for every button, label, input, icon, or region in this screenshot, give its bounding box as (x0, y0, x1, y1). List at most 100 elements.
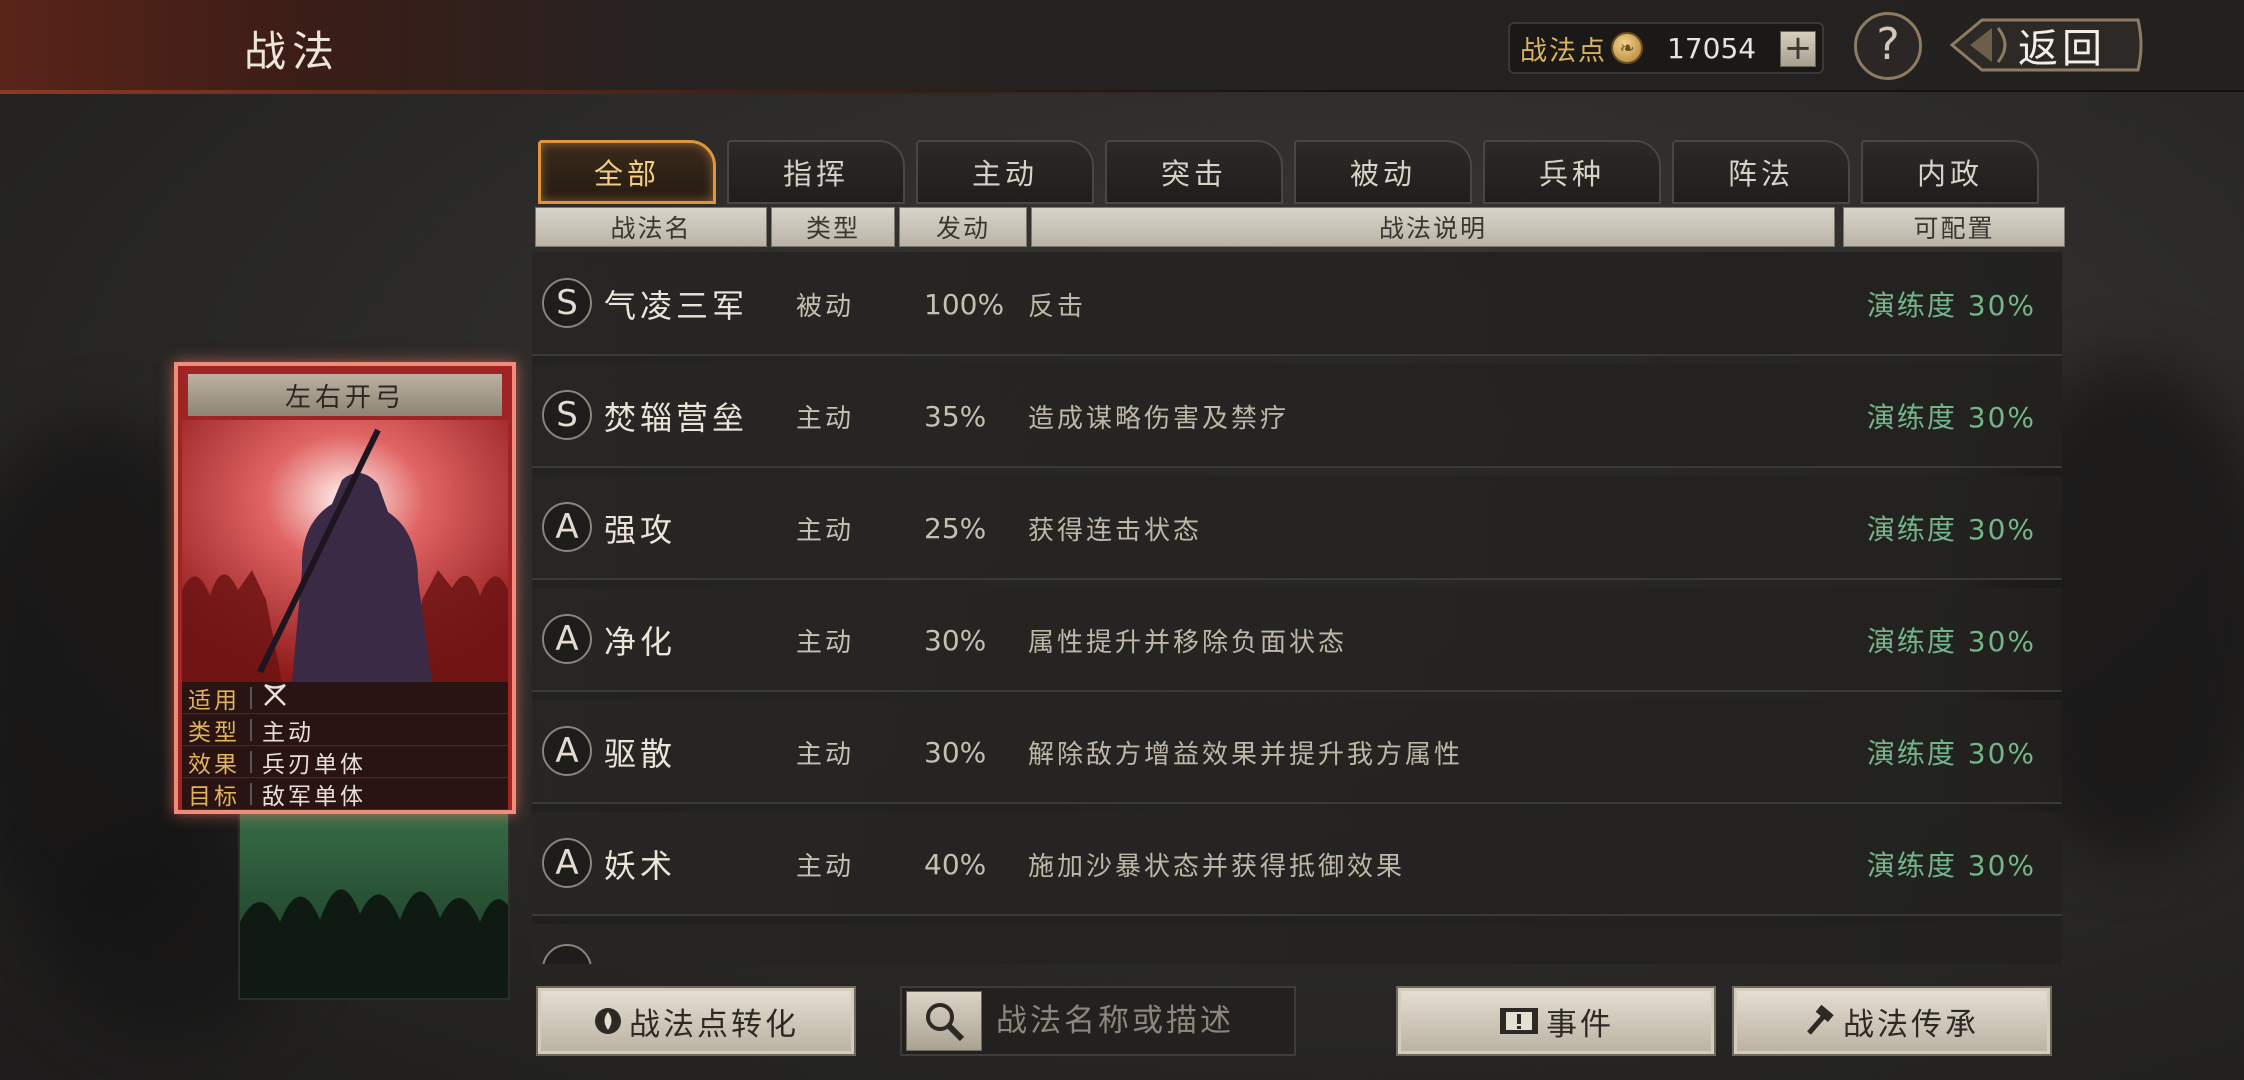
page-title: 战法 (244, 27, 341, 76)
tab-command[interactable]: 指挥 (727, 140, 905, 204)
table-row[interactable]: A 妖术 主动 40% 施加沙暴状态并获得抵御效果 演练度 30% (532, 812, 2062, 916)
tactic-description: 施加沙暴状态并获得抵御效果 (1028, 851, 1406, 882)
divider (250, 718, 252, 741)
tactic-rate: 35% (924, 399, 987, 433)
tactic-description: 造成谋略伤害及禁疗 (1028, 403, 1290, 434)
coin-icon: ❧ (1611, 32, 1643, 64)
grade-badge (542, 944, 592, 964)
alert-icon (1498, 1006, 1540, 1036)
inherit-tactic-label: 战法传承 (1843, 1006, 1979, 1043)
hammer-icon (1805, 1005, 1837, 1037)
tactic-proficiency: 演练度 30% (1866, 737, 2036, 770)
back-button[interactable]: 返回 (1948, 14, 2146, 76)
divider (250, 686, 252, 709)
tactic-description: 解除敌方增益效果并提升我方属性 (1028, 739, 1464, 770)
table-row-partial[interactable] (532, 924, 2062, 964)
info-key: 适用 (188, 687, 240, 714)
convert-points-label: 战法点转化 (629, 1006, 799, 1043)
tactic-proficiency: 演练度 30% (1866, 625, 2036, 658)
card-info-row: 适用 (182, 682, 508, 714)
info-value: 敌军单体 (262, 783, 366, 810)
grade-badge: S (542, 278, 592, 328)
tab-all[interactable]: 全部 (538, 140, 716, 204)
tab-domestic[interactable]: 内政 (1861, 140, 2039, 204)
grade-badge: A (542, 838, 592, 888)
tactics-list[interactable]: S 气凌三军 被动 100% 反击 演练度 30% S 焚辎营垒 主动 35% … (532, 252, 2062, 964)
tactic-type: 被动 (796, 291, 855, 322)
tactic-name: 驱散 (604, 735, 677, 773)
tactic-type: 主动 (796, 627, 855, 658)
tab-passive[interactable]: 被动 (1294, 140, 1472, 204)
card-stack-middle (238, 800, 510, 1000)
divider (250, 782, 252, 805)
column-header-name[interactable]: 战法名 (535, 207, 767, 247)
tactic-type: 主动 (796, 515, 855, 546)
tactic-rate: 40% (924, 847, 987, 881)
card-info-row: 效果 兵刃单体 (182, 746, 508, 778)
tactic-rate: 100% (924, 287, 1005, 321)
column-header-description: 战法说明 (1031, 207, 1835, 247)
tactic-name: 强攻 (604, 511, 677, 549)
tactic-proficiency: 演练度 30% (1866, 849, 2036, 882)
column-header-rate[interactable]: 发动 (899, 207, 1027, 247)
tactic-proficiency: 演练度 30% (1866, 289, 2036, 322)
search-icon (926, 1003, 965, 1042)
convert-points-button[interactable]: 战法点转化 (536, 986, 856, 1056)
tactic-description: 属性提升并移除负面状态 (1028, 627, 1348, 658)
table-row[interactable]: A 净化 主动 30% 属性提升并移除负面状态 演练度 30% (532, 588, 2062, 692)
tactic-name: 焚辎营垒 (604, 399, 749, 437)
tab-formation[interactable]: 阵法 (1672, 140, 1850, 204)
tactic-name: 气凌三军 (604, 287, 749, 325)
grade-badge: A (542, 726, 592, 776)
warrior-silhouette-art (182, 420, 508, 682)
card-info-row: 目标 敌军单体 (182, 778, 508, 810)
tab-assault[interactable]: 突击 (1105, 140, 1283, 204)
tactic-proficiency: 演练度 30% (1866, 513, 2036, 546)
points-value: 17054 (1667, 31, 1757, 65)
category-tabs: 全部 指挥 主动 突击 被动 兵种 阵法 内政 (538, 140, 2050, 204)
card-info-row: 类型 主动 (182, 714, 508, 746)
add-points-button[interactable]: + (1780, 31, 1816, 67)
help-button[interactable]: ? (1854, 12, 1922, 80)
crossbow-icon (262, 682, 288, 714)
grade-badge: S (542, 390, 592, 440)
column-header-type[interactable]: 类型 (771, 207, 895, 247)
tactic-type: 主动 (796, 739, 855, 770)
events-button[interactable]: 事件 (1396, 986, 1716, 1056)
column-header-configurable[interactable]: 可配置 (1843, 207, 2065, 247)
fire-icon (593, 1006, 623, 1036)
grade-badge: A (542, 614, 592, 664)
grade-badge: A (542, 502, 592, 552)
tactic-description: 获得连击状态 (1028, 515, 1203, 546)
card-info-table: 适用 类型 主动 效果 兵刃单体 目标 敌军单体 (182, 682, 508, 810)
tactic-proficiency: 演练度 30% (1866, 401, 2036, 434)
events-label: 事件 (1546, 1006, 1614, 1043)
table-row[interactable]: S 焚辎营垒 主动 35% 造成谋略伤害及禁疗 演练度 30% (532, 364, 2062, 468)
selected-tactic-card[interactable]: 左右开弓 适用 类型 主动 效果 兵刃单体 目标 敌军单体 (174, 362, 516, 814)
search-bar (900, 986, 1296, 1056)
divider (250, 750, 252, 773)
tactic-rate: 30% (924, 623, 987, 657)
tactic-points-display: 战法点 ❧ 17054 + (1508, 22, 1824, 74)
table-row[interactable]: A 驱散 主动 30% 解除敌方增益效果并提升我方属性 演练度 30% (532, 700, 2062, 804)
search-button[interactable] (906, 991, 982, 1051)
info-value: 主动 (262, 719, 314, 746)
tactic-rate: 25% (924, 511, 987, 545)
points-label: 战法点 (1520, 35, 1607, 67)
inherit-tactic-button[interactable]: 战法传承 (1732, 986, 2052, 1056)
tab-troop[interactable]: 兵种 (1483, 140, 1661, 204)
table-row[interactable]: A 强攻 主动 25% 获得连击状态 演练度 30% (532, 476, 2062, 580)
back-label: 返回 (2018, 26, 2106, 72)
info-value: 兵刃单体 (262, 751, 366, 778)
tab-active[interactable]: 主动 (916, 140, 1094, 204)
tactic-name: 净化 (604, 623, 677, 661)
tactic-type: 主动 (796, 403, 855, 434)
info-key: 目标 (188, 783, 240, 810)
search-input[interactable] (996, 1003, 1286, 1039)
troops-silhouette-art (240, 889, 508, 998)
tactic-name: 妖术 (604, 847, 677, 885)
table-row[interactable]: S 气凌三军 被动 100% 反击 演练度 30% (532, 252, 2062, 356)
card-title: 左右开弓 (188, 374, 502, 416)
tactic-description: 反击 (1028, 291, 1087, 322)
info-key: 效果 (188, 751, 240, 778)
